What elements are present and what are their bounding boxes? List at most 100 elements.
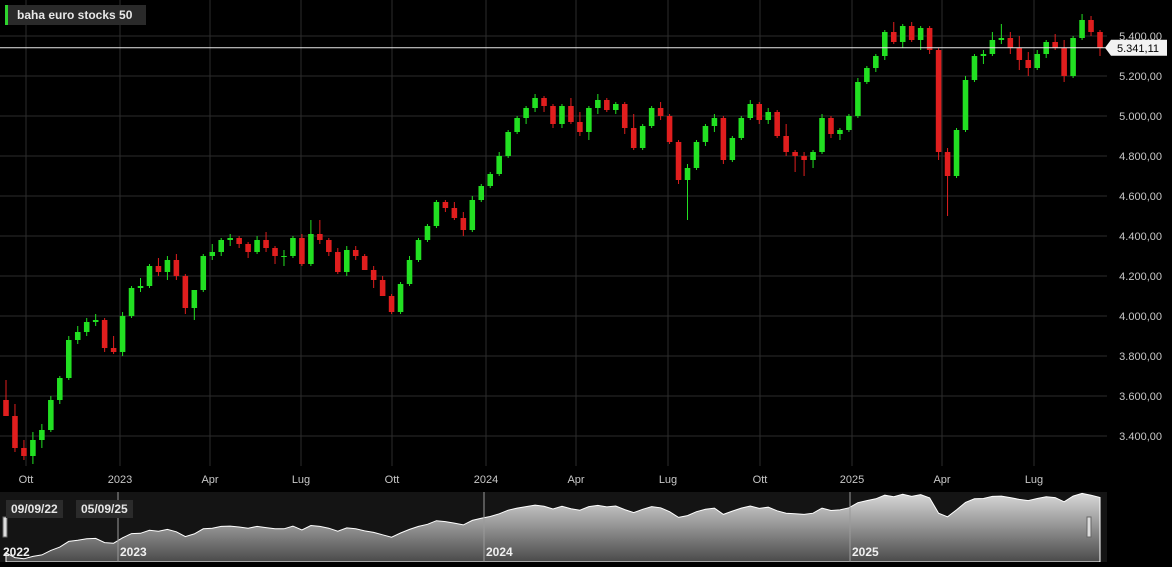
candle-body[interactable] xyxy=(30,440,36,456)
candle-body[interactable] xyxy=(1034,54,1041,68)
candle-body[interactable] xyxy=(532,98,538,108)
candle-body[interactable] xyxy=(343,250,350,272)
candle-body[interactable] xyxy=(837,130,843,134)
navigator-right-handle[interactable] xyxy=(1086,516,1092,538)
candle-body[interactable] xyxy=(424,226,431,240)
candle-body[interactable] xyxy=(783,136,789,152)
candle-body[interactable] xyxy=(361,256,368,270)
candle-body[interactable] xyxy=(648,108,655,126)
candle-body[interactable] xyxy=(738,118,745,138)
candle-body[interactable] xyxy=(702,126,709,142)
candle-body[interactable] xyxy=(487,174,494,186)
candle-body[interactable] xyxy=(801,156,807,160)
candle-body[interactable] xyxy=(962,80,969,130)
candle-body[interactable] xyxy=(299,238,305,264)
candle-body[interactable] xyxy=(1079,20,1085,38)
candle-body[interactable] xyxy=(101,320,108,348)
candle-body[interactable] xyxy=(173,260,180,276)
candle-body[interactable] xyxy=(971,56,978,80)
candle-body[interactable] xyxy=(433,202,440,226)
candle-body[interactable] xyxy=(57,378,63,400)
candle-body[interactable] xyxy=(263,240,269,248)
candle-body[interactable] xyxy=(720,118,727,160)
candle-body[interactable] xyxy=(612,104,619,110)
candle-body[interactable] xyxy=(1061,48,1067,76)
candle-body[interactable] xyxy=(326,240,332,252)
candle-body[interactable] xyxy=(335,252,341,272)
candle-body[interactable] xyxy=(388,296,395,312)
candle-body[interactable] xyxy=(164,260,171,272)
candle-body[interactable] xyxy=(855,82,861,116)
candle-body[interactable] xyxy=(953,130,960,176)
candle-body[interactable] xyxy=(209,252,216,256)
candle-body[interactable] xyxy=(711,118,718,126)
candle-body[interactable] xyxy=(926,28,933,50)
candle-body[interactable] xyxy=(415,240,422,260)
candle-body[interactable] xyxy=(442,202,449,208)
candle-body[interactable] xyxy=(864,68,870,82)
candle-body[interactable] xyxy=(290,238,296,256)
candle-body[interactable] xyxy=(774,112,780,136)
candle-body[interactable] xyxy=(890,32,897,42)
candle-body[interactable] xyxy=(1070,38,1076,76)
candle-body[interactable] xyxy=(541,98,547,106)
candle-body[interactable] xyxy=(1052,42,1058,48)
candle-body[interactable] xyxy=(899,26,906,42)
candle-body[interactable] xyxy=(908,26,915,40)
candle-body[interactable] xyxy=(882,32,888,56)
candle-body[interactable] xyxy=(21,448,27,456)
candle-body[interactable] xyxy=(846,116,852,130)
candle-body[interactable] xyxy=(12,416,18,448)
candle-body[interactable] xyxy=(505,132,511,156)
candle-body[interactable] xyxy=(810,152,816,160)
candle-body[interactable] xyxy=(460,218,467,230)
candle-body[interactable] xyxy=(586,108,592,132)
candle-body[interactable] xyxy=(496,156,502,174)
candle-body[interactable] xyxy=(272,248,278,256)
candle-body[interactable] xyxy=(155,266,162,272)
candle-body[interactable] xyxy=(146,266,153,286)
candle-body[interactable] xyxy=(218,240,224,252)
candle-body[interactable] xyxy=(639,126,646,148)
candle-body[interactable] xyxy=(119,316,126,352)
candle-body[interactable] xyxy=(666,116,673,142)
candle-body[interactable] xyxy=(550,106,556,124)
candle-body[interactable] xyxy=(451,208,458,218)
candle-body[interactable] xyxy=(765,112,771,120)
candle-body[interactable] xyxy=(308,234,314,264)
candle-body[interactable] xyxy=(693,142,700,168)
candle-body[interactable] xyxy=(397,284,404,312)
candle-body[interactable] xyxy=(65,340,72,378)
candle-body[interactable] xyxy=(92,320,99,322)
candle-body[interactable] xyxy=(137,286,144,288)
candle-body[interactable] xyxy=(989,40,996,54)
candle-body[interactable] xyxy=(657,108,664,116)
candle-body[interactable] xyxy=(191,290,198,308)
candle-body[interactable] xyxy=(523,108,529,118)
candle-body[interactable] xyxy=(379,280,386,296)
candle-body[interactable] xyxy=(1097,32,1103,48)
candle-body[interactable] xyxy=(74,332,81,340)
candle-body[interactable] xyxy=(729,138,736,160)
candle-body[interactable] xyxy=(281,256,287,257)
candle-body[interactable] xyxy=(83,322,90,332)
candle-body[interactable] xyxy=(595,100,601,108)
candle-body[interactable] xyxy=(39,430,45,440)
candle-body[interactable] xyxy=(684,168,691,180)
candle-body[interactable] xyxy=(352,250,359,256)
candle-body[interactable] xyxy=(747,104,754,118)
candle-body[interactable] xyxy=(1025,60,1032,68)
candle-body[interactable] xyxy=(577,122,583,132)
candle-body[interactable] xyxy=(406,260,413,284)
range-start-date[interactable]: 09/09/22 xyxy=(6,500,63,518)
candle-body[interactable] xyxy=(980,54,987,56)
candle-body[interactable] xyxy=(1016,48,1023,60)
candle-body[interactable] xyxy=(227,238,233,240)
candle-body[interactable] xyxy=(630,128,637,148)
candle-body[interactable] xyxy=(819,118,825,152)
candle-body[interactable] xyxy=(317,234,323,240)
candlestick-chart[interactable]: 3.400,00 3.600,00 3.800,00 4.000,00 4.200,00… xyxy=(0,0,1172,563)
candle-body[interactable] xyxy=(370,270,377,280)
candle-body[interactable] xyxy=(998,38,1005,40)
candle-body[interactable] xyxy=(604,100,610,110)
